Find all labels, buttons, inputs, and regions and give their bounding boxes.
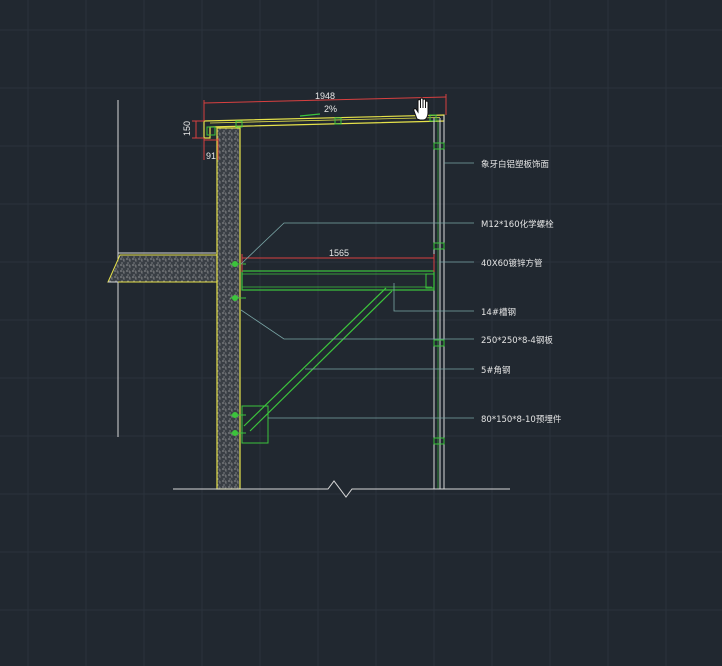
slope-arrow [299,113,321,117]
floor-slab [107,252,219,283]
label-angle: 5#角钢 [481,365,511,376]
dim-slope: 2% [324,104,337,114]
cad-viewport[interactable]: 1948 2% 150 91 1565 象牙白铝塑板饰面 M12*160化学螺栓… [0,0,722,666]
label-cladding: 象牙白铝塑板饰面 [481,159,550,170]
right-cladding [433,115,445,489]
label-channel: 14#槽钢 [481,307,516,318]
background-grid [0,0,722,666]
label-plate: 250*250*8-4钢板 [481,335,553,346]
label-bolt: M12*160化学螺栓 [481,219,554,230]
drawing-canvas[interactable]: 1948 2% 150 91 1565 象牙白铝塑板饰面 M12*160化学螺栓… [0,0,722,666]
label-tube: 40X60镀锌方管 [481,258,542,269]
channel-beam [241,270,435,291]
dim-small: 91 [206,151,216,161]
pan-hand-icon [413,97,429,121]
dim-beam-length: 1565 [329,248,349,258]
dim-height-left: 150 [182,121,192,136]
dim-top-width: 1948 [315,91,335,101]
label-embed: 80*150*8-10预埋件 [481,414,562,425]
